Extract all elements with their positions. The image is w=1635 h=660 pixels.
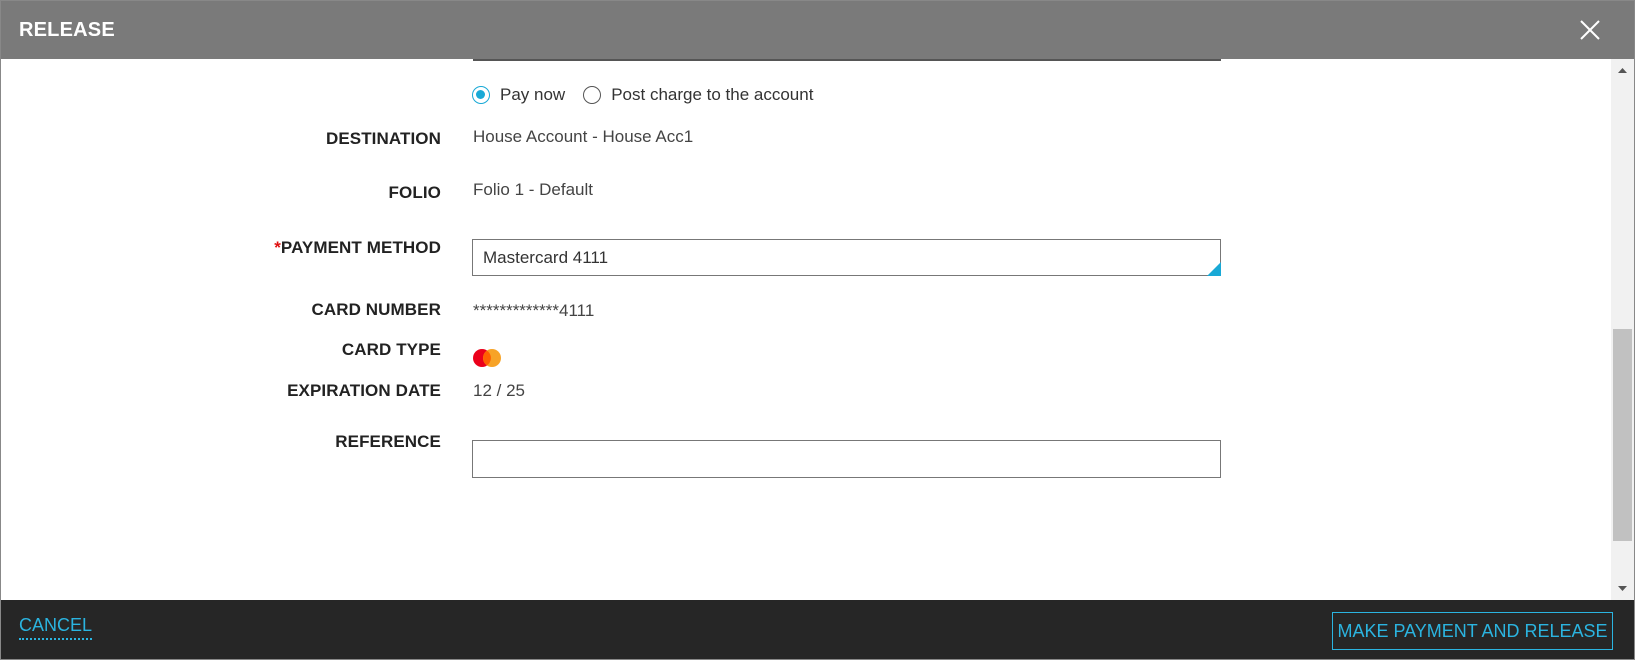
payment-method-select[interactable]: Mastercard 4111 — [472, 239, 1221, 276]
scroll-down-icon[interactable] — [1611, 580, 1634, 598]
destination-label: DESTINATION — [325, 129, 441, 148]
pay-now-radio[interactable]: Pay now — [472, 85, 565, 105]
reference-label: REFERENCE — [335, 432, 441, 451]
dropdown-corner-icon — [1207, 262, 1221, 276]
dialog-content: Pay now Post charge to the account DESTI… — [1, 59, 1611, 600]
scrollbar[interactable] — [1611, 59, 1634, 600]
expiration-date-label: EXPIRATION DATE — [287, 381, 441, 400]
dialog-title: RELEASE — [19, 19, 115, 41]
required-marker: * — [274, 238, 281, 257]
release-dialog: RELEASE Pay now Post charge to the accou… — [0, 0, 1635, 660]
destination-value: House Account - House Acc1 — [473, 127, 694, 146]
card-type-label: CARD TYPE — [341, 340, 441, 359]
payment-method-value: Mastercard 4111 — [483, 248, 609, 267]
cancel-button[interactable]: CANCEL — [19, 615, 93, 640]
pay-now-label: Pay now — [500, 85, 566, 104]
payment-method-label-text: PAYMENT METHOD — [280, 238, 441, 257]
card-number-label: CARD NUMBER — [311, 300, 441, 319]
dialog-footer: CANCEL MAKE PAYMENT AND RELEASE — [1, 600, 1634, 659]
expiration-date-value: 12 / 25 — [473, 381, 525, 400]
scroll-up-icon[interactable] — [1611, 61, 1634, 79]
mastercard-icon — [472, 348, 502, 368]
scroll-thumb[interactable] — [1613, 329, 1632, 541]
card-number-value: *************4111 — [473, 301, 595, 320]
folio-value: Folio 1 - Default — [473, 180, 593, 199]
dialog-title-bar: RELEASE — [1, 1, 1634, 59]
divider — [473, 59, 1221, 61]
post-charge-label: Post charge to the account — [611, 85, 814, 104]
radio-unselected-icon — [583, 86, 602, 104]
payment-method-label: *PAYMENT METHOD — [1, 238, 441, 258]
make-payment-and-release-button[interactable]: MAKE PAYMENT AND RELEASE — [1332, 612, 1613, 650]
reference-input[interactable] — [472, 440, 1221, 478]
close-icon[interactable] — [1578, 18, 1602, 42]
payment-option-radio-group: Pay now Post charge to the account — [472, 83, 831, 107]
folio-label: FOLIO — [388, 183, 441, 202]
post-charge-radio[interactable]: Post charge to the account — [583, 85, 813, 105]
radio-selected-icon — [472, 86, 490, 104]
